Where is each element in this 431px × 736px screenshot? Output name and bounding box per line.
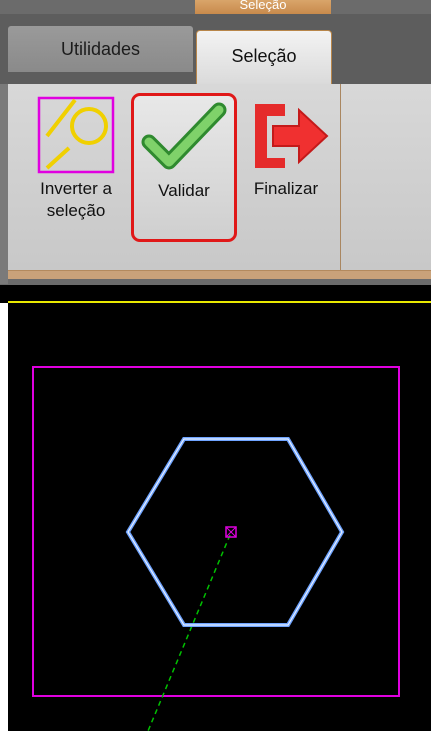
ribbon-left-edge: [0, 84, 8, 284]
selection-rectangle: [32, 366, 400, 697]
invert-selection-label-line1: Inverter a: [40, 179, 112, 198]
tab-selecao[interactable]: Seleção: [196, 30, 332, 85]
tab-utilidades[interactable]: Utilidades: [8, 26, 193, 72]
context-tab-label: Seleção: [195, 0, 331, 14]
finish-button[interactable]: Finalizar: [236, 92, 336, 242]
ribbon-group-footer: [8, 270, 431, 279]
hexagon-outer: [125, 437, 345, 627]
checkmark-icon: [139, 100, 229, 181]
ribbon: Seleção Utilidades Seleção Inverter a se…: [0, 0, 431, 285]
finish-label: Finalizar: [253, 179, 319, 198]
drawing-canvas[interactable]: [8, 303, 431, 732]
left-margin: [0, 285, 8, 731]
exit-arrow-icon: [241, 96, 331, 177]
validate-label: Validar: [158, 181, 210, 200]
invert-selection-label-line2: seleção: [46, 201, 106, 220]
ribbon-group-separator: [340, 84, 341, 270]
validate-button[interactable]: Validar: [131, 93, 237, 242]
hexagon-inner: [127, 438, 343, 626]
invert-selection-icon: [37, 96, 115, 181]
invert-selection-button[interactable]: Inverter a seleção: [22, 92, 130, 242]
guide-line: [147, 534, 231, 732]
